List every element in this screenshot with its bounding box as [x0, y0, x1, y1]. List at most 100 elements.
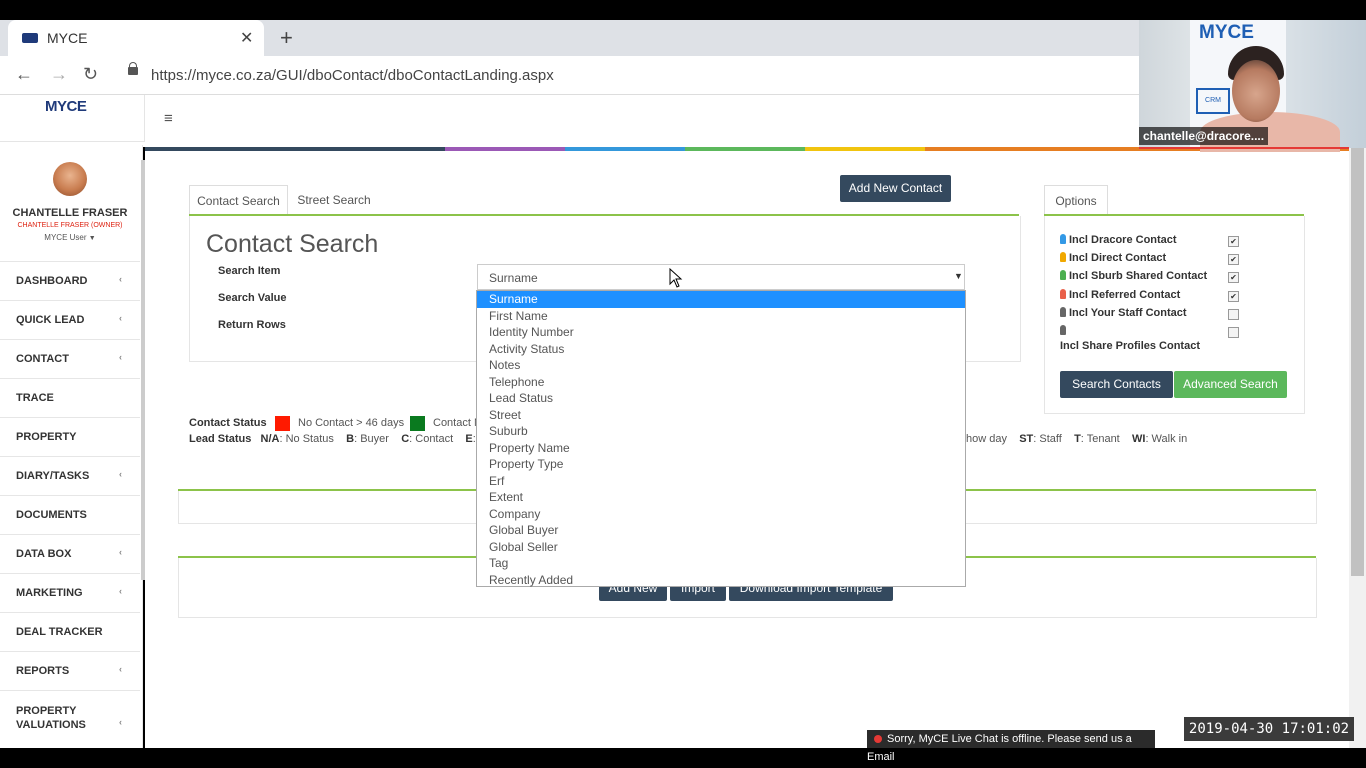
option-sburb-shared-checkbox[interactable]: ✔	[1228, 272, 1239, 283]
recording-timestamp: 2019-04-30 17:01:02	[1184, 717, 1354, 741]
option-referred: Incl Referred Contact	[1060, 289, 1180, 301]
dropdown-option[interactable]: Tag	[477, 555, 965, 572]
dropdown-option[interactable]: Notes	[477, 357, 965, 374]
person-icon	[1060, 307, 1066, 317]
user-role-dropdown[interactable]: MYCE User ▼	[0, 233, 140, 242]
crm-monitor-icon: CRM	[1196, 88, 1230, 114]
page-scrollbar-thumb[interactable]	[1351, 148, 1364, 576]
contact-status-label: Contact Status	[189, 417, 267, 429]
dropdown-option[interactable]: Extent	[477, 489, 965, 506]
tab-options[interactable]: Options	[1044, 185, 1108, 216]
option-referred-checkbox[interactable]: ✔	[1228, 291, 1239, 302]
option-share-profiles-checkbox[interactable]	[1228, 327, 1239, 338]
sidebar-item-documents[interactable]: DOCUMENTS	[0, 495, 140, 534]
video-participant-label: chantelle@dracore....	[1139, 127, 1269, 145]
dropdown-option[interactable]: First Name	[477, 308, 965, 325]
option-dracore-checkbox[interactable]: ✔	[1228, 236, 1239, 247]
mouse-cursor-icon	[669, 268, 683, 288]
search-value-label: Search Value	[218, 292, 287, 304]
caret-down-icon: ▼	[88, 235, 96, 242]
sidebar-item-quick-lead[interactable]: QUICK LEAD ‹	[0, 300, 140, 339]
user-name: CHANTELLE FRASER	[12, 207, 128, 219]
chevron-left-icon: ‹	[119, 717, 122, 727]
return-rows-label: Return Rows	[218, 319, 286, 331]
dropdown-option[interactable]: Property Name	[477, 440, 965, 457]
dropdown-option[interactable]: Lead Status	[477, 390, 965, 407]
dropdown-option[interactable]: Company	[477, 506, 965, 523]
user-owner-line: CHANTELLE FRASER (OWNER)	[17, 222, 123, 229]
new-tab-icon[interactable]: +	[280, 25, 293, 51]
page-title: Contact Search	[206, 230, 379, 258]
sidebar-item-reports[interactable]: REPORTS ‹	[0, 651, 140, 690]
chevron-left-icon: ‹	[119, 469, 122, 479]
forward-icon[interactable]: →	[50, 64, 68, 85]
tab-title: MYCE	[47, 30, 88, 46]
live-chat-text: Sorry, MyCE Live Chat is offline. Please…	[867, 733, 1132, 763]
dropdown-option[interactable]: Recently Added	[477, 572, 965, 589]
chevron-left-icon: ‹	[119, 352, 122, 362]
hamburger-icon[interactable]: ≡	[164, 110, 173, 127]
dropdown-option[interactable]: Surname	[477, 291, 965, 308]
presenter-face	[1232, 60, 1280, 122]
dropdown-option[interactable]: Identity Number	[477, 324, 965, 341]
reload-icon[interactable]: ↻	[83, 64, 98, 85]
sidebar-item-diary-tasks[interactable]: DIARY/TASKS ‹	[0, 456, 140, 495]
sidebar-item-property-valuations[interactable]: PROPERTY VALUATIONS ‹	[0, 690, 140, 749]
sidebar-item-property[interactable]: PROPERTY	[0, 417, 140, 456]
search-contacts-button[interactable]: Search Contacts	[1060, 371, 1173, 398]
option-share-profiles: Incl Share Profiles Contact	[1060, 340, 1200, 352]
user-role: MYCE User	[44, 233, 87, 242]
video-banner-logo: MYCE	[1199, 22, 1254, 43]
search-item-select[interactable]: Surname ▼	[477, 264, 965, 290]
option-your-staff-checkbox[interactable]	[1228, 309, 1239, 320]
chevron-left-icon: ‹	[119, 547, 122, 557]
option-share-profiles-icon-row	[1060, 325, 1069, 337]
option-direct-checkbox[interactable]: ✔	[1228, 254, 1239, 265]
chat-status-icon	[874, 735, 882, 743]
url-field[interactable]: https://myce.co.za/GUI/dboContact/dboCon…	[151, 67, 554, 84]
no-contact-swatch	[275, 416, 290, 431]
person-icon	[1060, 234, 1066, 244]
video-border	[1139, 147, 1349, 149]
avatar[interactable]	[53, 162, 87, 196]
chevron-left-icon: ‹	[119, 664, 122, 674]
tab-contact-search[interactable]: Contact Search	[189, 185, 288, 216]
sidebar-item-deal-tracker[interactable]: DEAL TRACKER	[0, 612, 140, 651]
dropdown-option[interactable]: Telephone	[477, 374, 965, 391]
option-sburb-shared: Incl Sburb Shared Contact	[1060, 270, 1207, 282]
caret-down-icon: ▼	[954, 271, 963, 281]
back-icon[interactable]: ←	[15, 64, 33, 85]
person-icon	[1060, 289, 1066, 299]
sidebar-item-data-box[interactable]: DATA BOX ‹	[0, 534, 140, 573]
search-item-dropdown: Surname First Name Identity Number Activ…	[476, 290, 966, 587]
advanced-search-button[interactable]: Advanced Search	[1174, 371, 1287, 398]
close-icon[interactable]: ✕	[240, 28, 253, 48]
contact-swatch	[410, 416, 425, 431]
chevron-left-icon: ‹	[119, 274, 122, 284]
favicon-icon	[22, 33, 38, 43]
option-dracore: Incl Dracore Contact	[1060, 234, 1177, 246]
person-icon	[1060, 252, 1066, 262]
dropdown-option[interactable]: Street	[477, 407, 965, 424]
person-icon	[1060, 325, 1066, 335]
dropdown-option[interactable]: Activity Status	[477, 341, 965, 358]
sidebar-item-dashboard[interactable]: DASHBOARD ‹	[0, 261, 140, 300]
sidebar-item-contact[interactable]: CONTACT ‹	[0, 339, 140, 378]
sidebar-item-trace[interactable]: TRACE	[0, 378, 140, 417]
no-contact-legend: No Contact > 46 days	[298, 417, 405, 429]
live-chat-bar[interactable]: Sorry, MyCE Live Chat is offline. Please…	[867, 730, 1155, 763]
option-your-staff: Incl Your Staff Contact	[1060, 307, 1187, 319]
add-new-contact-button[interactable]: Add New Contact	[840, 175, 951, 202]
chevron-left-icon: ‹	[119, 586, 122, 596]
myce-logo[interactable]: MYCE	[45, 98, 87, 115]
sidebar-item-marketing[interactable]: MARKETING ‹	[0, 573, 140, 612]
dropdown-option[interactable]: Global Seller	[477, 539, 965, 556]
tab-street-search[interactable]: Street Search	[290, 185, 378, 215]
dropdown-option[interactable]: Property Type	[477, 456, 965, 473]
dropdown-option[interactable]: Suburb	[477, 423, 965, 440]
dropdown-option[interactable]: Erf	[477, 473, 965, 490]
lead-status-legend-tail: how day ST: Staff T: Tenant WI: Walk in	[966, 433, 1188, 445]
search-item-label: Search Item	[218, 265, 281, 277]
dropdown-option[interactable]: Global Buyer	[477, 522, 965, 539]
lead-status-legend: Lead Status N/A: No Status B: Buyer C: C…	[189, 433, 486, 445]
